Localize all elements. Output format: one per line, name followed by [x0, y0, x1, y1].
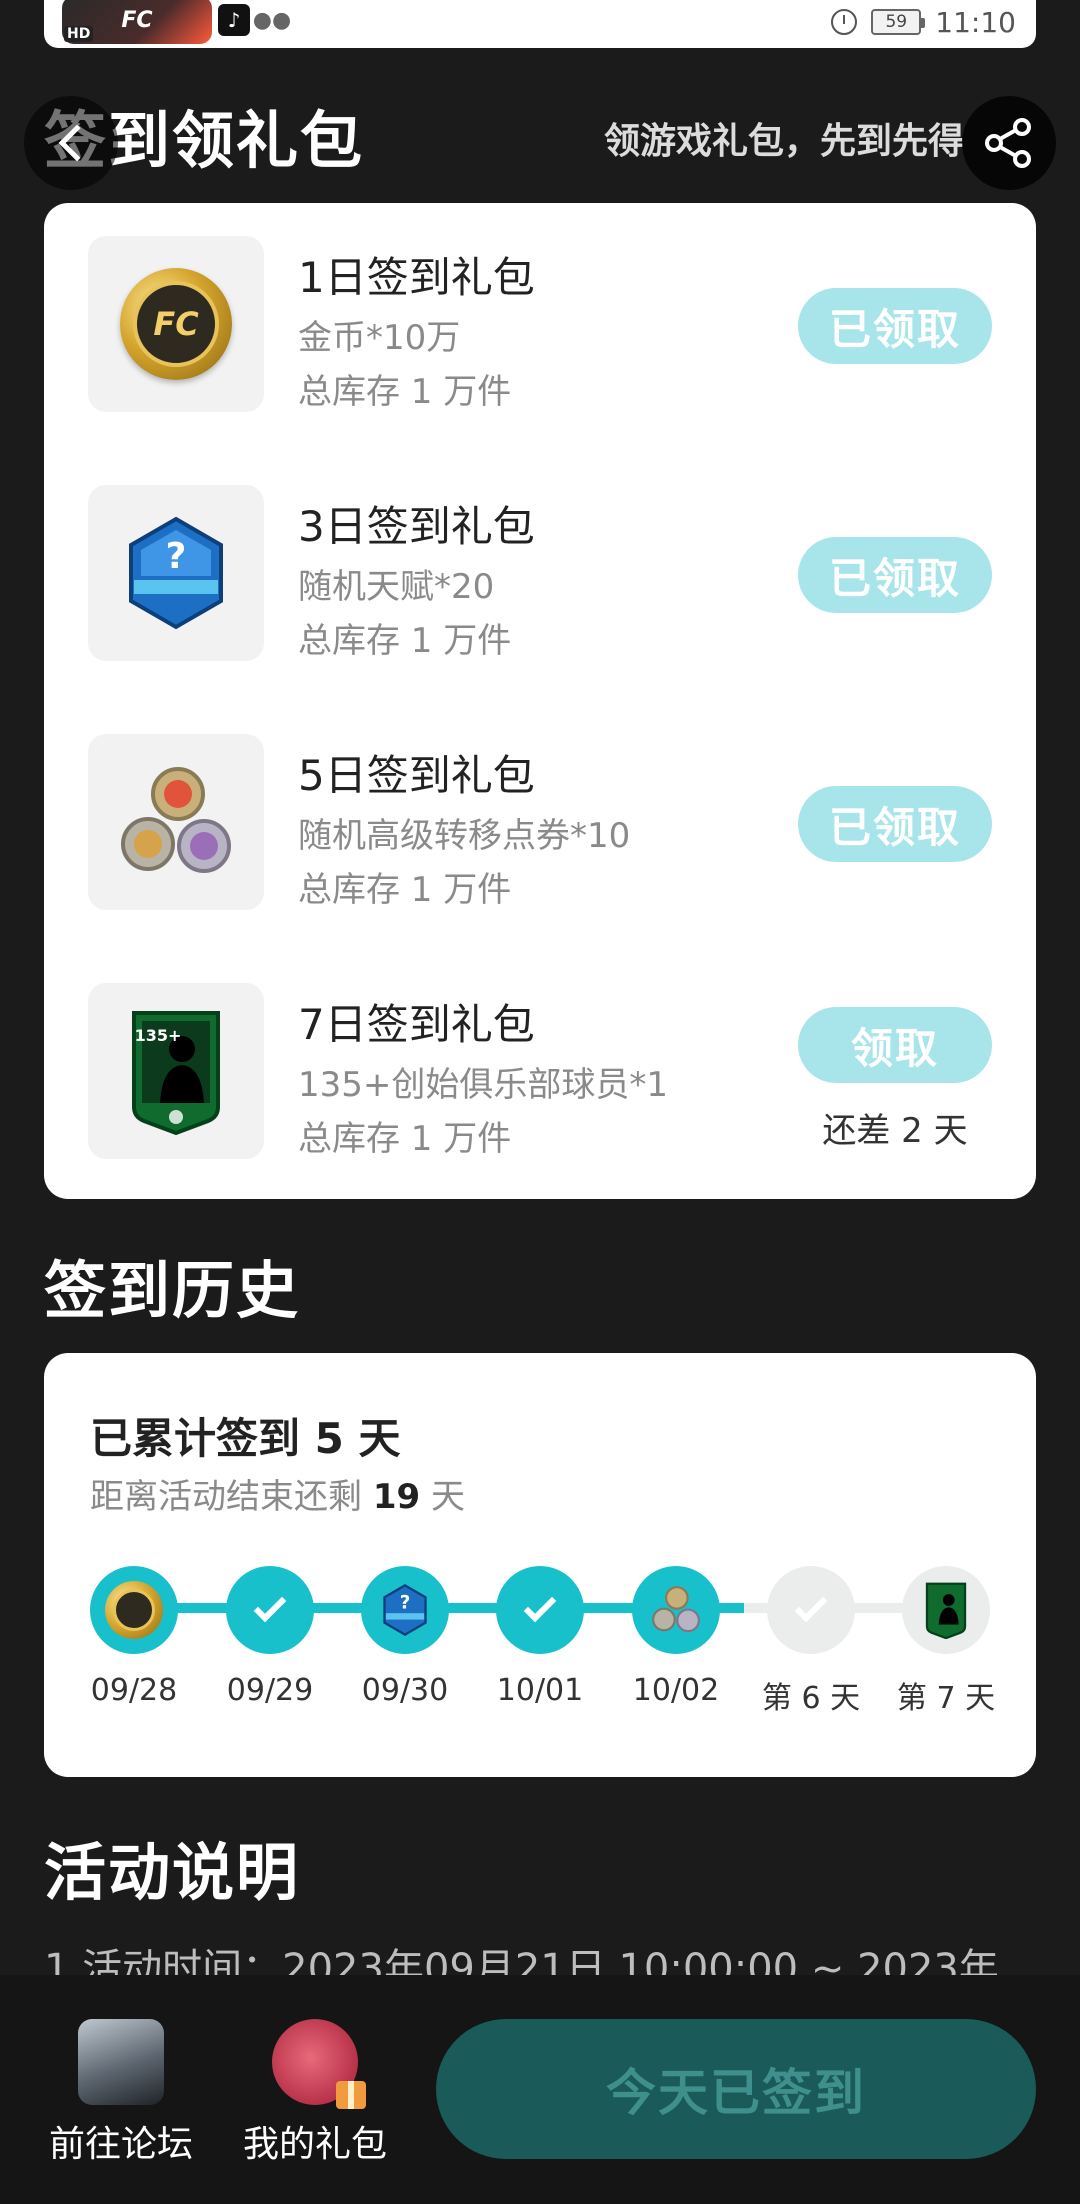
day-node [496, 1566, 584, 1654]
forum-icon [78, 2019, 164, 2105]
tokens-icon [652, 1586, 700, 1633]
forum-label: 前往论坛 [48, 2124, 193, 2165]
claimed-button[interactable]: 已领取 [798, 537, 992, 613]
day-label: 10/02 [632, 1673, 720, 1708]
player-card-icon: 135+ [132, 1011, 220, 1135]
day-node [767, 1566, 855, 1654]
fc-app-icon: FC HD [62, 0, 212, 44]
check-icon [253, 1589, 287, 1623]
talent-icon: ? [129, 516, 223, 630]
gift-stock: 总库存 1 万件 [298, 870, 512, 910]
claimed-button[interactable]: 已领取 [798, 288, 992, 364]
gift-stock: 总库存 1 万件 [298, 372, 512, 412]
day-label: 09/30 [361, 1673, 449, 1708]
card-rating: 135+ [135, 1026, 182, 1045]
bottom-bar: 前往论坛 我的礼包 今天已签到 [0, 1975, 1080, 2204]
gift-thumbnail: FC [88, 236, 264, 412]
wechat-icon: ●● [252, 7, 292, 33]
gift-thumbnail [88, 734, 264, 910]
gift-list-card: FC 1日签到礼包 金币*10万 总库存 1 万件 已领取 ? 3日签到礼包 随… [44, 203, 1036, 1199]
gift-item-day1: FC 1日签到礼包 金币*10万 总库存 1 万件 已领取 [44, 236, 1036, 416]
day-node [90, 1566, 178, 1654]
back-button[interactable] [24, 96, 118, 190]
talent-icon: ? [383, 1584, 427, 1636]
signed-today-button[interactable]: 今天已签到 [436, 2019, 1036, 2159]
gift-thumbnail: 135+ [88, 983, 264, 1159]
tiktok-icon: ♪ [218, 4, 250, 36]
gift-thumbnail: ? [88, 485, 264, 661]
check-icon [794, 1589, 828, 1623]
tokens-icon [121, 767, 231, 873]
header: 签到领礼包 领游戏礼包，先到先得 [0, 84, 1080, 196]
day-label: 第 7 天 [896, 1681, 996, 1716]
alarm-icon [831, 9, 858, 35]
day-node [632, 1566, 720, 1654]
status-bar: FC HD ♪ ●● 59 11:10 [44, 0, 1036, 48]
forum-entry[interactable]: 前往论坛 [36, 2019, 206, 2167]
history-section-title: 签到历史 [44, 1254, 301, 1327]
gift-title: 7日签到礼包 [298, 1000, 535, 1049]
rules-section-title: 活动说明 [44, 1836, 301, 1909]
gift-stock: 总库存 1 万件 [298, 621, 512, 661]
gift-item-day3: ? 3日签到礼包 随机天赋*20 总库存 1 万件 已领取 [44, 485, 1036, 665]
gift-description: 金币*10万 [298, 318, 461, 358]
day-node [902, 1566, 990, 1654]
coin-icon: FC [120, 268, 232, 380]
gift-item-day5: 5日签到礼包 随机高级转移点券*10 总库存 1 万件 已领取 [44, 734, 1036, 914]
player-card-icon [925, 1582, 967, 1639]
chevron-left-icon [58, 124, 96, 162]
day-node: ? [361, 1566, 449, 1654]
coin-icon [105, 1581, 163, 1639]
gift-icon [272, 2019, 366, 2109]
history-remaining: 距离活动结束还剩 19 天 [90, 1477, 465, 1517]
day-label: 10/01 [496, 1673, 584, 1708]
gift-description: 随机高级转移点券*10 [298, 816, 631, 856]
hd-label: HD [64, 26, 94, 42]
day-node [226, 1566, 314, 1654]
my-gifts-label: 我的礼包 [242, 2124, 387, 2165]
svg-text:?: ? [166, 536, 187, 577]
my-gifts-entry[interactable]: 我的礼包 [230, 2019, 400, 2167]
header-slogan: 领游戏礼包，先到先得 [603, 121, 964, 162]
gift-title: 5日签到礼包 [298, 751, 535, 800]
gift-description: 随机天赋*20 [298, 567, 495, 607]
history-card: 已累计签到 5 天 距离活动结束还剩 19 天 09/28 09/29 ? 09… [44, 1353, 1036, 1777]
gift-title: 1日签到礼包 [298, 253, 535, 302]
share-button[interactable] [962, 96, 1056, 190]
day-label: 09/28 [90, 1673, 178, 1708]
claimed-button[interactable]: 已领取 [798, 786, 992, 862]
battery-icon: 59 [871, 9, 926, 35]
status-time: 11:10 [935, 5, 1016, 39]
history-total: 已累计签到 5 天 [90, 1414, 401, 1463]
gift-description: 135+创始俱乐部球员*1 [298, 1065, 669, 1105]
page: FC HD ♪ ●● 59 11:10 签到领礼包 领游戏礼包，先到先得 FC … [0, 0, 1080, 2204]
gift-stock: 总库存 1 万件 [298, 1119, 512, 1159]
day-label: 09/29 [226, 1673, 314, 1708]
gift-title: 3日签到礼包 [298, 502, 535, 551]
share-icon [985, 118, 1031, 168]
notification-icons: FC HD ♪ ●● [62, 0, 292, 44]
claim-button[interactable]: 领取 [798, 1007, 992, 1083]
check-icon [523, 1589, 557, 1623]
day-label: 第 6 天 [761, 1681, 861, 1716]
status-right: 59 11:10 [831, 2, 1016, 42]
days-remaining: 还差 2 天 [822, 1111, 968, 1151]
gift-item-day7: 135+ 7日签到礼包 135+创始俱乐部球员*1 总库存 1 万件 领取 还差… [44, 983, 1036, 1163]
svg-text:?: ? [400, 1593, 411, 1614]
